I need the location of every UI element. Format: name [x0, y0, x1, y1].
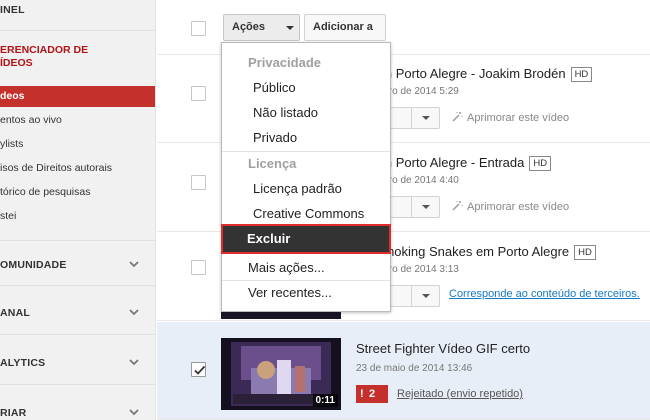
sidebar-item-label: ylists [0, 138, 24, 150]
sidebar-section-community[interactable]: OMUNIDADE [0, 259, 155, 271]
status-count: 2 [369, 388, 376, 400]
sidebar: INEL ERENCIADOR DE ÍDEOS deos entos ao v… [0, 0, 156, 420]
sidebar-section-analytics[interactable]: ALYTICS [0, 357, 155, 369]
hd-badge: HD [570, 67, 593, 82]
checkmark-icon [194, 365, 206, 375]
menu-item-creative-commons[interactable]: Creative Commons [253, 206, 364, 221]
video-title[interactable]: Street Fighter Vídeo GIF certo [356, 341, 530, 356]
enhance-label: Aprimorar este vídeo [467, 112, 570, 124]
video-title[interactable]: on em Porto Alegre - Joakim Brodén HD [356, 66, 593, 82]
caret-down-icon [422, 116, 430, 120]
caret-down-icon [422, 294, 430, 298]
sidebar-section-label: OMUNIDADE [0, 259, 67, 271]
status-badge[interactable]: ! 2 [356, 385, 388, 403]
sidebar-channel-label[interactable]: INEL [0, 4, 155, 16]
sidebar-item-label: tórico de pesquisas [0, 186, 91, 198]
caret-down-icon [422, 205, 430, 209]
button-split [411, 197, 412, 217]
select-all-checkbox[interactable] [191, 21, 206, 36]
video-date: 23 de maio de 2014 13:46 [356, 363, 473, 374]
video-thumbnail[interactable]: 0:11 [221, 338, 341, 410]
sidebar-divider [0, 334, 155, 335]
sidebar-section-label: ANAL [0, 307, 30, 319]
hd-badge: HD [574, 245, 596, 260]
video-select-checkbox[interactable] [191, 175, 206, 190]
third-party-content-link[interactable]: Corresponde ao conteúdo de terceiros. [449, 288, 640, 300]
menu-item-standard-license[interactable]: Licença padrão [253, 181, 342, 196]
actions-button-label: Ações [232, 21, 266, 33]
sidebar-item-label: stei [0, 210, 17, 222]
video-title[interactable]: n - Smoking Snakes em Porto Alegre HD [356, 244, 596, 260]
enhance-video-link[interactable]: Aprimorar este vídeo [451, 200, 569, 213]
sidebar-item-liked[interactable]: stei [0, 206, 155, 227]
menu-item-unlisted[interactable]: Não listado [253, 105, 318, 120]
menu-item-delete[interactable]: Excluir [221, 224, 391, 254]
actions-dropdown-menu: Privacidade Público Não listado Privado … [221, 42, 391, 312]
video-list-panel: Ações Adicionar a on em Porto Alegre - J… [157, 0, 650, 420]
video-select-checkbox[interactable] [191, 362, 206, 377]
add-to-button[interactable]: Adicionar a [304, 14, 386, 41]
chevron-down-icon [129, 409, 139, 416]
video-select-checkbox[interactable] [191, 86, 206, 101]
actions-button[interactable]: Ações [223, 14, 300, 41]
privacy-header: Privacidade [248, 55, 321, 70]
menu-item-view-recent[interactable]: Ver recentes... [248, 285, 332, 300]
magic-wand-icon [452, 112, 463, 122]
sidebar-divider [0, 384, 155, 385]
video-row: 0:11 Street Fighter Vídeo GIF certo 23 d… [157, 322, 650, 420]
chevron-down-icon [129, 261, 139, 268]
sidebar-section-label: RIAR [0, 407, 27, 419]
sidebar-item-copyright-notices[interactable]: isos de Direitos autorais [0, 158, 155, 179]
chevron-down-icon [129, 309, 139, 316]
menu-item-more-actions[interactable]: Mais ações... [248, 260, 325, 275]
enhance-video-link[interactable]: Aprimorar este vídeo [451, 111, 569, 124]
license-header: Licença [248, 156, 297, 171]
sidebar-section-create[interactable]: RIAR [0, 407, 155, 419]
sidebar-video-manager-label[interactable]: ERENCIADOR DE ÍDEOS [0, 44, 155, 70]
menu-divider [222, 280, 390, 281]
sidebar-section-label: ALYTICS [0, 357, 46, 369]
hd-badge: HD [529, 156, 552, 171]
exclamation-icon: ! [360, 388, 364, 400]
button-split [411, 108, 412, 128]
enhance-label: Aprimorar este vídeo [467, 201, 570, 213]
sidebar-item-videos[interactable]: deos [0, 86, 155, 107]
menu-divider [222, 151, 390, 152]
sidebar-divider [0, 285, 155, 286]
menu-item-private[interactable]: Privado [253, 130, 297, 145]
magic-wand-icon [452, 201, 463, 211]
rejected-status-link[interactable]: Rejeitado (envio repetido) [397, 388, 523, 400]
video-title-text: Street Fighter Vídeo GIF certo [356, 341, 531, 356]
button-split [411, 286, 412, 306]
sidebar-item-label: isos de Direitos autorais [0, 162, 113, 174]
sidebar-item-label: entos ao vivo [0, 114, 62, 126]
sidebar-divider [0, 240, 155, 241]
sidebar-section-channel[interactable]: ANAL [0, 307, 155, 319]
menu-item-public[interactable]: Público [253, 80, 296, 95]
chevron-down-icon [129, 359, 139, 366]
video-duration: 0:11 [312, 394, 338, 407]
sidebar-divider [0, 30, 155, 31]
sidebar-item-label: deos [0, 90, 25, 102]
sidebar-item-live-events[interactable]: entos ao vivo [0, 110, 155, 131]
sidebar-item-search-history[interactable]: tórico de pesquisas [0, 182, 155, 203]
sidebar-item-playlists[interactable]: ylists [0, 134, 155, 155]
video-select-checkbox[interactable] [191, 260, 206, 275]
caret-down-icon [286, 26, 294, 30]
